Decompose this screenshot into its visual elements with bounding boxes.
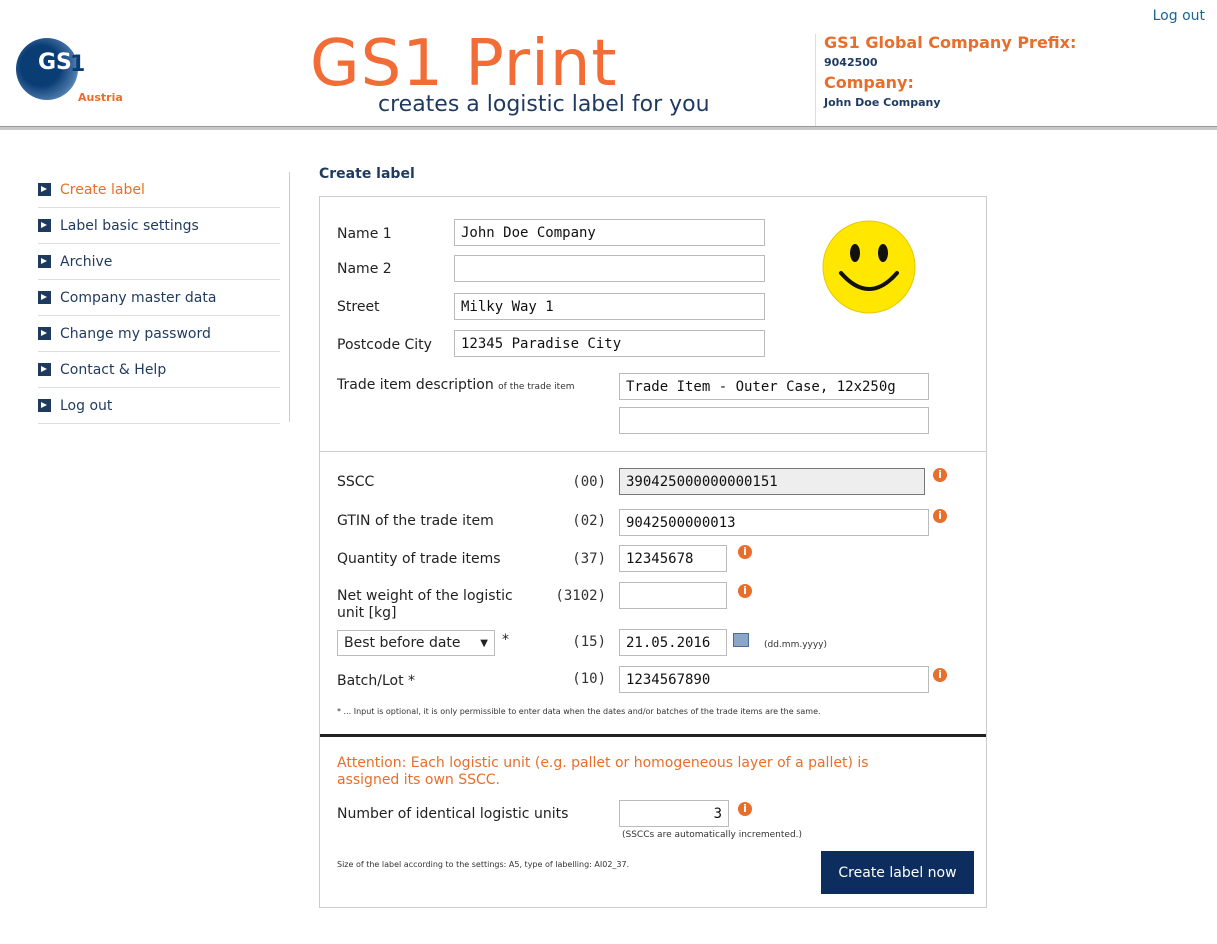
date-type-select[interactable]: Best before date ▼	[337, 630, 495, 656]
street-label: Street	[337, 299, 380, 315]
create-label-button[interactable]: Create label now	[821, 851, 974, 894]
app-title: GS1 Print	[310, 27, 618, 101]
sscc-ai: (00)	[572, 474, 606, 490]
net-weight-field[interactable]	[619, 582, 727, 609]
arrow-right-icon	[38, 183, 51, 196]
batch-ai: (10)	[572, 671, 606, 687]
postcode-city-label: Postcode City	[337, 337, 432, 353]
sidebar-item-change-password[interactable]: Change my password	[38, 316, 280, 352]
logo-one-text: 1	[70, 52, 86, 77]
optional-note: * ... Input is optional, it is only perm…	[337, 707, 821, 716]
net-weight-label: Net weight of the logistic unit [kg]	[337, 588, 513, 622]
sidebar-item-label: Change my password	[60, 325, 211, 342]
company-info: GS1 Global Company Prefix: 9042500 Compa…	[815, 34, 1105, 126]
sscc-field[interactable]: 390425000000000151	[619, 468, 925, 495]
company-label: Company:	[824, 73, 914, 92]
info-icon[interactable]: i	[933, 468, 947, 482]
info-icon[interactable]: i	[738, 584, 752, 598]
sidebar-item-label: Create label	[60, 181, 145, 198]
smiley-icon	[822, 220, 916, 314]
calendar-icon[interactable]	[733, 633, 749, 647]
attention-line-2: assigned its own SSCC.	[337, 772, 501, 788]
quantity-label: Quantity of trade items	[337, 551, 501, 567]
company-value: John Doe Company	[824, 96, 941, 109]
batch-label: Batch/Lot *	[337, 673, 415, 689]
arrow-right-icon	[38, 399, 51, 412]
info-icon[interactable]: i	[738, 802, 752, 816]
trade-item-description-label: Trade item description of the trade item	[337, 377, 575, 393]
trade-item-description-sublabel: of the trade item	[498, 382, 575, 392]
attention-text: Attention: Each logistic unit (e.g. pall…	[337, 755, 869, 789]
net-weight-label-line-1: Net weight of the logistic	[337, 588, 513, 604]
logo-country-text: Austria	[78, 91, 123, 104]
quantity-field[interactable]: 12345678	[619, 545, 727, 572]
info-icon[interactable]: i	[933, 509, 947, 523]
batch-label-text: Batch/Lot	[337, 673, 404, 689]
section-divider	[320, 451, 986, 452]
trade-item-description-field-1[interactable]: Trade Item - Outer Case, 12x250g	[619, 373, 929, 400]
unit-count-label: Number of identical logistic units	[337, 806, 569, 822]
name1-field[interactable]: John Doe Company	[454, 219, 765, 246]
net-weight-ai: (3102)	[555, 588, 606, 604]
sidebar-item-label: Company master data	[60, 289, 217, 306]
unit-count-field[interactable]: 3	[619, 800, 729, 827]
date-ai: (15)	[572, 634, 606, 650]
sidebar-item-archive[interactable]: Archive	[38, 244, 280, 280]
attention-line-1: Attention: Each logistic unit (e.g. pall…	[337, 755, 869, 771]
street-field[interactable]: Milky Way 1	[454, 293, 765, 320]
section-divider-bold	[320, 734, 986, 737]
sidebar-item-label: Label basic settings	[60, 217, 199, 234]
sidebar-item-create-label[interactable]: Create label	[38, 172, 280, 208]
net-weight-label-line-2: unit [kg]	[337, 605, 397, 621]
page-title: Create label	[319, 166, 415, 182]
arrow-right-icon	[38, 327, 51, 340]
arrow-right-icon	[38, 291, 51, 304]
sidebar-item-label: Contact & Help	[60, 361, 167, 378]
info-icon[interactable]: i	[933, 668, 947, 682]
logo-gs-text: GS	[38, 50, 72, 75]
sidebar-item-logout[interactable]: Log out	[38, 388, 280, 424]
quantity-ai: (37)	[572, 551, 606, 567]
gs1-austria-logo: GS 1 Austria	[16, 38, 126, 108]
header-divider	[0, 126, 1217, 130]
arrow-right-icon	[38, 363, 51, 376]
name2-label: Name 2	[337, 261, 392, 277]
prefix-value: 9042500	[824, 56, 878, 69]
app-subtitle: creates a logistic label for you	[378, 92, 710, 117]
label-size-note: Size of the label according to the setti…	[337, 860, 630, 869]
date-field[interactable]: 21.05.2016	[619, 629, 727, 656]
info-icon[interactable]: i	[738, 545, 752, 559]
sidebar-item-company-master-data[interactable]: Company master data	[38, 280, 280, 316]
sidebar-nav: Create label Label basic settings Archiv…	[38, 172, 290, 424]
sscc-label: SSCC	[337, 474, 375, 490]
gtin-field[interactable]: 9042500000013	[619, 509, 929, 536]
postcode-city-field[interactable]: 12345 Paradise City	[454, 330, 765, 357]
arrow-right-icon	[38, 219, 51, 232]
gtin-label: GTIN of the trade item	[337, 513, 494, 529]
sidebar-item-label-basic-settings[interactable]: Label basic settings	[38, 208, 280, 244]
logout-link-top[interactable]: Log out	[1153, 8, 1205, 24]
name2-field[interactable]	[454, 255, 765, 282]
trade-item-description-label-text: Trade item description	[337, 377, 494, 393]
date-optional-star: *	[502, 632, 509, 648]
arrow-right-icon	[38, 255, 51, 268]
chevron-down-icon: ▼	[480, 637, 488, 649]
sidebar-item-contact-help[interactable]: Contact & Help	[38, 352, 280, 388]
prefix-label: GS1 Global Company Prefix:	[824, 33, 1077, 52]
batch-optional-star: *	[408, 673, 416, 689]
sidebar-item-label: Archive	[60, 253, 113, 270]
unit-count-note: (SSCCs are automatically incremented.)	[622, 830, 803, 840]
gtin-ai: (02)	[572, 513, 606, 529]
sidebar-item-label: Log out	[60, 397, 113, 414]
date-format-hint: (dd.mm.yyyy)	[764, 640, 828, 650]
batch-field[interactable]: 1234567890	[619, 666, 929, 693]
date-type-select-value: Best before date	[344, 635, 461, 651]
trade-item-description-field-2[interactable]	[619, 407, 929, 434]
name1-label: Name 1	[337, 226, 392, 242]
